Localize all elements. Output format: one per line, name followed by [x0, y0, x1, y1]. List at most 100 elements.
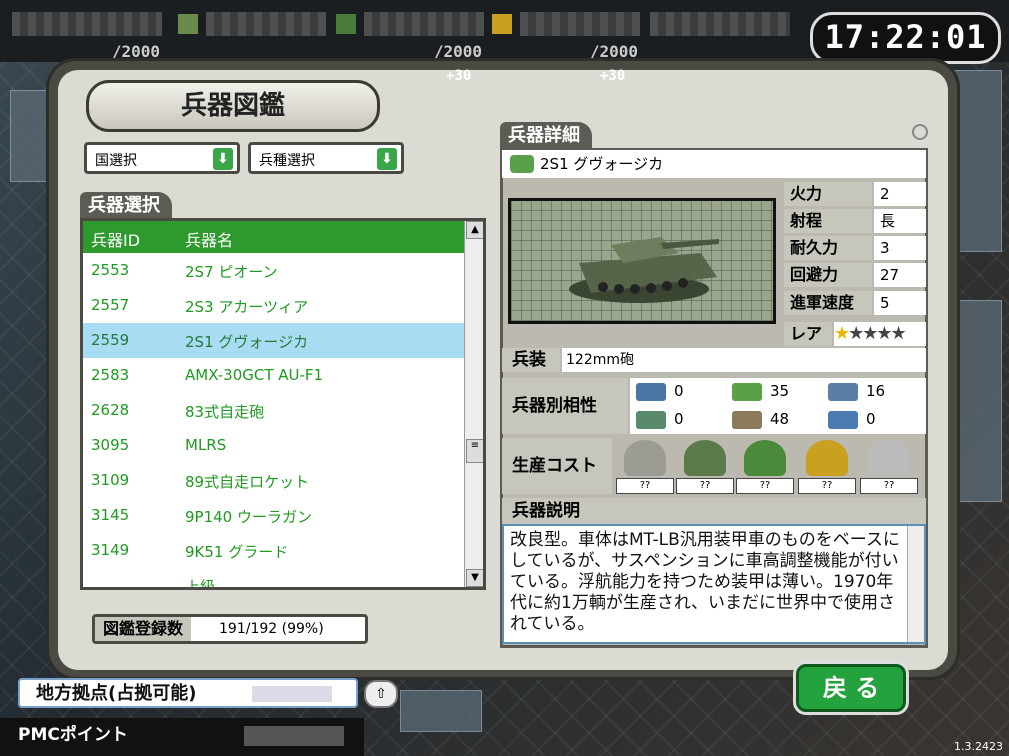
page-title: 兵器図鑑 [86, 80, 380, 132]
weapon-image [508, 198, 776, 324]
weapon-id: 3145 [91, 506, 130, 524]
resource-slot: /2000 [486, 4, 646, 61]
weapon-name: 2S7 ピオーン [185, 263, 278, 281]
weapon-name: 9K51 グラード [185, 543, 289, 561]
stat-label: 射程 [784, 209, 872, 233]
affinity-ship: 16 [828, 382, 885, 401]
table-row-selected[interactable]: 2559 2S1 グヴォージカ [83, 323, 467, 358]
arrow-down-icon[interactable]: ⬇ [213, 148, 233, 170]
resource-helmet-icon [624, 440, 666, 476]
stat-evasion: 回避力 27 [784, 263, 926, 287]
stat-value: 27 [874, 263, 926, 287]
column-header-name: 兵器名 [185, 231, 234, 250]
scroll-thumb[interactable]: ≡ [466, 439, 483, 463]
table-row[interactable]: 2583 AMX-30GCT AU-F1 [83, 358, 467, 393]
pmc-label: PMCポイント [18, 725, 128, 745]
weapon-description[interactable]: 改良型。車体はMT-LB汎用装甲車のものをベースにしているが、サスペンションに車… [502, 524, 926, 644]
description-text: 改良型。車体はMT-LB汎用装甲車のものをベースにしているが、サスペンションに車… [510, 530, 900, 634]
table-row[interactable]: 3109 89式自走ロケット [83, 463, 467, 498]
affinity-value: 0 [674, 382, 684, 400]
resource-slot [172, 4, 332, 56]
weapon-type-select[interactable]: 兵種選択 ⬇ [248, 142, 404, 174]
resource-income: +30 [600, 68, 626, 84]
cost-value: ?? [860, 478, 918, 494]
affinity-sub: 0 [828, 410, 876, 429]
section-title-weapon-detail: 兵器詳細 [500, 122, 592, 150]
description-label: 兵器説明 [502, 498, 926, 524]
cost-item: ?? [616, 440, 674, 494]
resource-icon [336, 14, 356, 34]
affinity-value: 0 [866, 410, 876, 428]
weapon-id: 2557 [91, 296, 130, 314]
stat-label: 火力 [784, 182, 872, 206]
resource-name-blurred [650, 12, 790, 36]
cost-item: ?? [798, 440, 856, 494]
version-text: 1.3.2423 [954, 740, 1003, 753]
map-building [400, 690, 482, 732]
affinity-air: 0 [636, 382, 684, 401]
weapon-id: 3149 [91, 541, 130, 559]
fighter-jet-icon [636, 382, 666, 401]
stat-range: 射程 長 [784, 209, 926, 233]
resource-name-blurred [12, 12, 162, 36]
self-propelled-gun-icon [569, 237, 719, 303]
table-row[interactable]: 2557 2S3 アカーツィア [83, 288, 467, 323]
weapon-id: 2553 [91, 261, 130, 279]
cost-value: ?? [736, 478, 794, 494]
region-blurred-value [252, 686, 332, 702]
affinity-value: 0 [674, 410, 684, 428]
resource-name-blurred [520, 12, 640, 36]
arrow-down-icon[interactable]: ⬇ [377, 148, 397, 170]
list-scrollbar[interactable]: ▲ ≡ ▼ [464, 221, 483, 587]
star-icon: ★ [834, 323, 850, 344]
rarity-stars: ★★★★★ [834, 322, 926, 346]
table-row[interactable]: 2628 83式自走砲 [83, 393, 467, 428]
armament-value-box: 122mm砲 [562, 348, 926, 372]
cost-value: ?? [798, 478, 856, 494]
affinity-heli: 0 [636, 410, 684, 429]
cost-label: 生産コスト [502, 438, 612, 494]
table-row[interactable]: 上級 [83, 568, 467, 587]
resource-name-blurred [364, 12, 484, 36]
weapon-name: MLRS [185, 436, 227, 454]
cost-item: ?? [676, 440, 734, 494]
table-row[interactable]: 2553 2S7 ピオーン [83, 253, 467, 288]
cost-value: ?? [616, 478, 674, 494]
scroll-down-icon[interactable]: ▼ [466, 569, 483, 587]
stat-value: 5 [874, 291, 926, 315]
game-clock: 17:22:01 [810, 12, 1001, 64]
section-title-weapon-select: 兵器選択 [80, 192, 172, 220]
cost-value: ?? [676, 478, 734, 494]
stat-label: レア [784, 322, 832, 346]
collapse-icon[interactable]: ⇧ [364, 680, 398, 708]
country-select-label: 国選択 [95, 153, 137, 169]
resource-slot: /2000 [8, 4, 168, 61]
tank-icon [732, 382, 762, 401]
affinity-tank: 35 [732, 382, 789, 401]
column-header-id: 兵器ID [91, 231, 141, 250]
table-row[interactable]: 3145 9P140 ウーラガン [83, 498, 467, 533]
resource-bar: /2000 /2000 /2000 17:22:01 [0, 0, 1009, 64]
resource-ring-icon [868, 440, 910, 476]
description-scrollbar[interactable] [907, 526, 924, 642]
affinity-value: 48 [770, 410, 790, 428]
weapon-name: 2S3 アカーツィア [185, 298, 309, 316]
affinity-value: 16 [866, 382, 886, 400]
stat-value: 長 [874, 209, 926, 233]
table-row[interactable]: 3095 MLRS [83, 428, 467, 463]
scroll-up-icon[interactable]: ▲ [466, 221, 483, 239]
weapon-id: 2559 [91, 331, 130, 349]
affinity-truck: 48 [732, 410, 789, 429]
affinity-value: 35 [770, 382, 790, 400]
pmc-blurred-value [244, 726, 344, 746]
table-row[interactable]: 3149 9K51 グラード [83, 533, 467, 568]
back-button[interactable]: 戻 る [796, 664, 906, 712]
stat-rarity: レア [784, 322, 834, 346]
country-select[interactable]: 国選択 ⬇ [84, 142, 240, 174]
tank-icon [510, 155, 534, 173]
stat-label: 耐久力 [784, 236, 872, 260]
weapon-name: 83式自走砲 [185, 403, 265, 421]
stat-speed: 進軍速度 5 [784, 291, 926, 315]
registration-value: 191/192 (99%) [219, 621, 324, 637]
weapon-name: AMX-30GCT AU-F1 [185, 366, 324, 384]
